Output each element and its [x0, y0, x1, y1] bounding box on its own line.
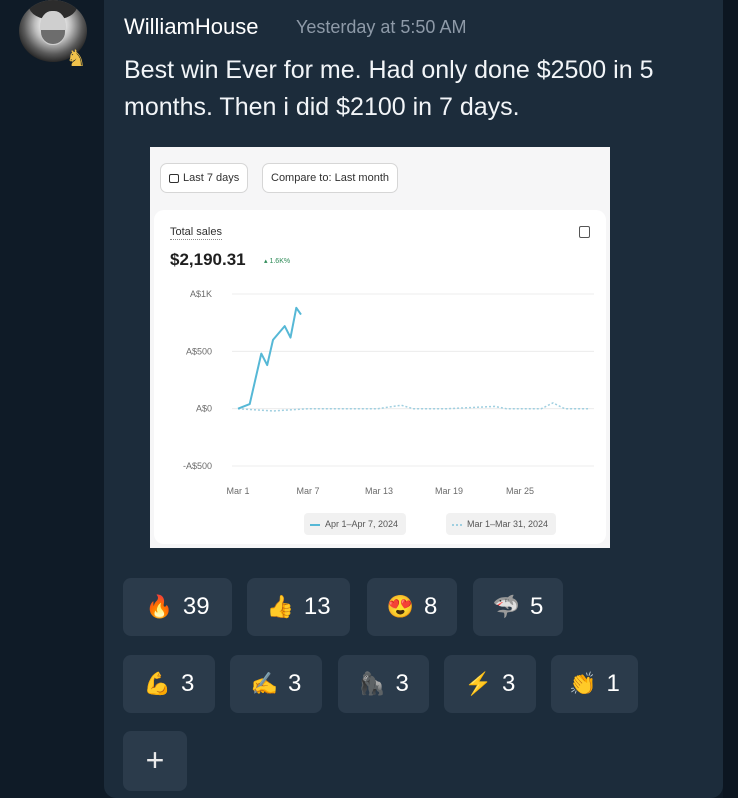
- author-name[interactable]: WilliamHouse: [124, 14, 258, 40]
- reaction-button[interactable]: ⚡ 3: [444, 655, 536, 713]
- reaction-count: 13: [303, 593, 331, 620]
- x-tick-label: Mar 19: [435, 486, 463, 496]
- reaction-count: 3: [395, 670, 409, 697]
- reaction-button[interactable]: 🦈 5: [473, 578, 563, 636]
- chess-knight-icon: ♞: [65, 45, 87, 71]
- add-reaction-button[interactable]: +: [123, 731, 187, 791]
- compare-filter-pill: Compare to: Last month: [262, 163, 399, 193]
- reaction-button[interactable]: 💪 3: [123, 655, 215, 713]
- date-filter-pill: Last 7 days: [160, 163, 249, 193]
- y-tick-label: A$1K: [190, 289, 212, 299]
- reaction-count: 1: [606, 670, 620, 697]
- attached-screenshot[interactable]: Last 7 days Compare to: Last month Total…: [150, 147, 610, 548]
- y-tick-label: A$0: [196, 404, 212, 414]
- legend-swatch-previous: [452, 523, 462, 526]
- reaction-button[interactable]: 🔥 39: [123, 578, 232, 636]
- reaction-button[interactable]: 🦍 3: [338, 655, 429, 713]
- series-line-current: [237, 306, 302, 410]
- reaction-count: 39: [182, 593, 210, 620]
- date-filter-label: Last 7 days: [183, 172, 240, 184]
- legend-item-previous: Mar 1–Mar 31, 2024: [446, 513, 557, 535]
- reaction-button[interactable]: 👍 13: [247, 578, 350, 636]
- fire-icon: 🔥: [145, 594, 173, 619]
- thumbs-up-icon: 👍: [266, 594, 294, 619]
- clapping-hands-icon: 👏: [569, 671, 597, 696]
- series-line-previous: [237, 402, 588, 412]
- x-tick-label: Mar 25: [506, 486, 534, 496]
- gorilla-icon: 🦍: [358, 671, 386, 696]
- shark-icon: 🦈: [492, 594, 521, 619]
- writing-hand-icon: ✍: [250, 671, 279, 696]
- lightning-icon: ⚡: [464, 671, 493, 696]
- x-tick-label: Mar 1: [226, 486, 249, 496]
- reaction-count: 3: [288, 670, 302, 697]
- legend-item-current: Apr 1–Apr 7, 2024: [304, 513, 407, 535]
- reaction-count: 3: [181, 670, 195, 697]
- message-text: Best win Ever for me. Had only done $250…: [124, 56, 654, 121]
- reaction-count: 5: [530, 593, 544, 620]
- legend-label-current: Apr 1–Apr 7, 2024: [325, 519, 399, 529]
- right-edge-background: [723, 0, 738, 798]
- sales-line-chart: A$1K A$500 A$0 -A$500 Mar 1 Mar 7 Mar 13 Mar 19…: [183, 289, 594, 496]
- reaction-count: 3: [502, 670, 516, 697]
- calendar-icon: [169, 174, 179, 183]
- reaction-button[interactable]: 😍 8: [367, 578, 457, 636]
- reaction-button[interactable]: 👏 1: [551, 655, 638, 713]
- x-tick-label: Mar 7: [296, 486, 319, 496]
- message-timestamp: Yesterday at 5:50 AM: [296, 17, 467, 37]
- legend-swatch-current: [310, 523, 320, 526]
- legend-label-previous: Mar 1–Mar 31, 2024: [467, 519, 549, 529]
- flexed-biceps-icon: 💪: [143, 671, 172, 696]
- heart-eyes-icon: 😍: [386, 594, 415, 619]
- y-tick-label: A$500: [186, 346, 212, 356]
- y-tick-label: -A$500: [183, 461, 212, 471]
- sales-card: Total sales $2,190.31 ▴ 1.6K% A$1K A$500 A…: [154, 210, 606, 544]
- x-tick-label: Mar 13: [365, 486, 393, 496]
- reaction-count: 8: [424, 593, 438, 620]
- reaction-button[interactable]: ✍ 3: [230, 655, 322, 713]
